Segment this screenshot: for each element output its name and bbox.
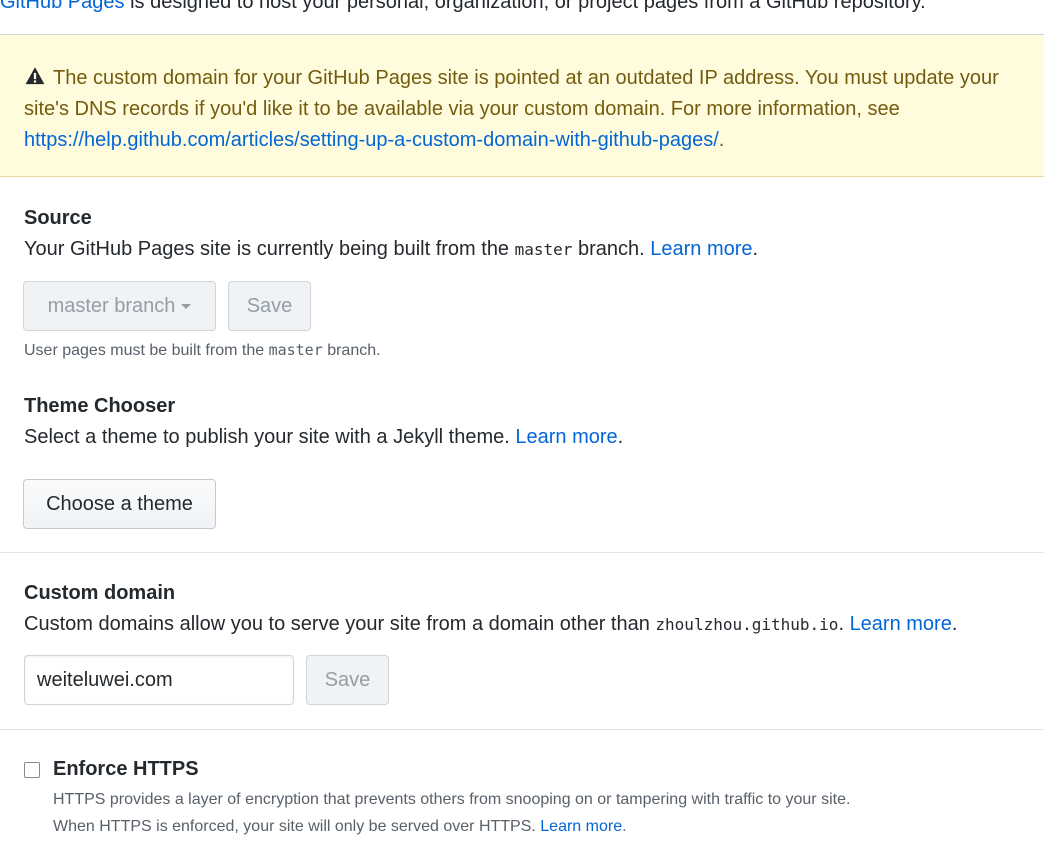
source-branch-code: master	[514, 240, 573, 259]
theme-description: Select a theme to publish your site with…	[24, 426, 623, 449]
source-save-button[interactable]: Save	[228, 281, 311, 331]
intro-text: GitHub Pages is designed to host your pe…	[0, 0, 1044, 16]
custom-domain-period: .	[951, 613, 958, 635]
theme-period: .	[617, 426, 624, 448]
custom-domain-input[interactable]	[24, 655, 294, 705]
custom-domain-heading: Custom domain	[24, 582, 176, 604]
theme-chooser-heading: Theme Chooser	[24, 395, 176, 417]
caret-down-icon	[181, 303, 192, 309]
source-desc-text: Your GitHub Pages site is currently bein…	[24, 238, 515, 260]
enforce-https-description: HTTPS provides a layer of encryption tha…	[53, 786, 850, 840]
enforce-https-checkbox[interactable]	[24, 762, 40, 778]
source-learn-more-link[interactable]: Learn more	[650, 238, 752, 260]
branch-select-label: master branch	[47, 294, 176, 317]
https-desc-line2-text: When HTTPS is enforced, your site will o…	[53, 818, 541, 835]
source-note: User pages must be built from the master…	[24, 341, 381, 360]
intro-description: is designed to host your personal, organ…	[124, 0, 926, 13]
alert-icon	[25, 67, 45, 85]
https-desc-line2: When HTTPS is enforced, your site will o…	[53, 813, 850, 840]
custom-domain-desc-text: Custom domains allow you to serve your s…	[24, 613, 656, 635]
outdated-ip-warning: The custom domain for your GitHub Pages …	[0, 34, 1044, 177]
section-divider	[0, 729, 1044, 730]
source-description: Your GitHub Pages site is currently bein…	[24, 238, 758, 261]
https-learn-more-link[interactable]: Learn more	[540, 818, 622, 835]
theme-desc-text: Select a theme to publish your site with…	[24, 426, 516, 448]
custom-domain-desc-after: .	[838, 613, 850, 635]
custom-domain-description: Custom domains allow you to serve your s…	[24, 613, 957, 636]
theme-learn-more-link[interactable]: Learn more	[515, 426, 617, 448]
github-pages-link[interactable]: GitHub Pages	[0, 0, 125, 13]
source-period: .	[752, 238, 759, 260]
enforce-https-label: Enforce HTTPS	[53, 758, 199, 780]
custom-domain-save-button[interactable]: Save	[306, 655, 389, 705]
source-note-code: master	[268, 341, 323, 359]
https-period: .	[622, 818, 627, 835]
source-desc-after: branch.	[572, 238, 651, 260]
github-io-domain-code: zhoulzhou.github.io	[655, 615, 839, 634]
custom-domain-learn-more-link[interactable]: Learn more	[850, 613, 952, 635]
https-desc-line1: HTTPS provides a layer of encryption tha…	[53, 791, 851, 808]
source-note-text: User pages must be built from the	[24, 342, 269, 359]
warning-period: .	[718, 129, 725, 151]
source-note-after: branch.	[322, 342, 381, 359]
source-heading: Source	[24, 207, 92, 229]
branch-select-button[interactable]: master branch	[23, 281, 216, 331]
section-divider	[0, 552, 1044, 553]
warning-text: The custom domain for your GitHub Pages …	[24, 67, 999, 120]
choose-theme-button[interactable]: Choose a theme	[23, 479, 216, 529]
custom-domain-help-link[interactable]: https://help.github.com/articles/setting…	[24, 129, 719, 151]
